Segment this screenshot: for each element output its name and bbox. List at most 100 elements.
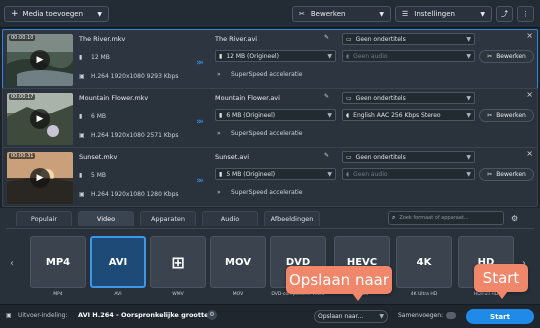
video-thumbnail[interactable]: 00:00:10 ▶ xyxy=(7,34,73,86)
mp4-icon: MP4 xyxy=(45,256,71,268)
play-icon[interactable]: ▶ xyxy=(30,168,50,188)
file-item[interactable]: 00:00:31 ▶ Sunset.mkv ▮ 5 MB ▣ H.264 192… xyxy=(2,147,538,207)
start-callout-text: Start xyxy=(482,269,520,287)
start-callout-pointer xyxy=(496,291,508,299)
subtitles-dropdown[interactable]: ▭ Geen ondertitels ▼ xyxy=(342,151,475,163)
video-thumbnail[interactable]: 00:00:31 ▶ xyxy=(7,152,73,204)
audio-dropdown[interactable]: ◖ Geen audio ▼ xyxy=(342,50,475,62)
source-file-name: The River.mkv xyxy=(79,35,126,43)
tab-afbeeldingen[interactable]: Afbeeldingen xyxy=(264,211,320,226)
source-file-size: 12 MB xyxy=(91,54,110,61)
chevron-down-icon: ▼ xyxy=(480,10,485,18)
play-icon[interactable]: ▶ xyxy=(30,50,50,70)
format-4k[interactable]: 4K xyxy=(396,236,452,288)
close-icon[interactable]: × xyxy=(526,149,533,158)
speed-icon: » xyxy=(217,189,221,196)
format-settings-icon[interactable]: ⚙ xyxy=(511,214,518,223)
chevron-down-icon: ▼ xyxy=(327,53,332,60)
source-codec-info: H.264 1920x1080 9293 Kbps xyxy=(91,73,179,80)
search-placeholder: Zoek formaat of apparaat... xyxy=(399,215,469,221)
source-codec-info: H.264 1920x1080 1280 Kbps xyxy=(91,191,179,198)
output-format-label: Uitvoer-indeling: xyxy=(18,312,68,319)
speed-icon: » xyxy=(217,130,221,137)
output-settings-icon[interactable]: ⚙ xyxy=(207,310,217,320)
source-file-size: 6 MB xyxy=(91,113,107,120)
scissors-icon: ✂ xyxy=(487,112,493,119)
menu-button[interactable]: ⋮ xyxy=(517,6,534,22)
audio-value: Geen audio xyxy=(353,170,388,178)
format-wmv[interactable]: ⊞ xyxy=(150,236,206,288)
output-size-value: 6 MB (Origineel) xyxy=(226,111,276,119)
edit-file-label: Bewerken xyxy=(496,53,526,60)
source-file-name: Sunset.mkv xyxy=(79,153,118,161)
tab-label: Audio xyxy=(220,215,240,223)
share-button[interactable]: ⤴ xyxy=(496,6,513,22)
chevron-down-icon: ▼ xyxy=(379,10,384,18)
subtitles-icon: ▭ xyxy=(346,153,352,161)
convert-arrow-icon: »» xyxy=(196,176,204,186)
subtitles-dropdown[interactable]: ▭ Geen ondertitels ▼ xyxy=(342,33,475,45)
speed-icon: » xyxy=(217,71,221,78)
edit-file-label: Bewerken xyxy=(496,171,526,178)
format-avi[interactable]: AVI xyxy=(90,236,146,288)
mov-icon: MOV xyxy=(225,256,251,268)
subtitles-value: Geen ondertitels xyxy=(355,153,406,161)
audio-icon: ◖ xyxy=(346,111,350,119)
source-codec-info: H.264 1920x1080 2571 Kbps xyxy=(91,132,179,139)
chevron-down-icon: ▼ xyxy=(327,171,332,178)
tab-populair[interactable]: Populair xyxy=(16,211,72,226)
play-icon[interactable]: ▶ xyxy=(30,109,50,129)
share-icon: ⤴ xyxy=(501,10,508,18)
format-search-field[interactable]: ⌕ Zoek formaat of apparaat... xyxy=(388,211,504,225)
edit-file-button[interactable]: ✂ Bewerken xyxy=(479,50,534,63)
speed-label: SuperSpeed acceleratie xyxy=(231,130,303,137)
close-icon[interactable]: × xyxy=(526,31,533,40)
save-callout-pointer xyxy=(352,293,364,301)
start-button[interactable]: Start xyxy=(466,309,534,324)
chevron-down-icon: ▼ xyxy=(466,112,471,119)
video-thumbnail[interactable]: 00:00:17 ▶ xyxy=(7,93,73,145)
format-label: MOV xyxy=(232,292,244,297)
edit-button[interactable]: ✂ Bewerken ▼ xyxy=(292,6,391,22)
output-file-name: Mountain Flower.avi xyxy=(215,94,280,102)
tab-apparaten[interactable]: Apparaten xyxy=(140,211,196,226)
save-to-dropdown[interactable]: Opslaan naar... ▼ xyxy=(314,310,388,323)
audio-dropdown[interactable]: ◖ Geen audio ▼ xyxy=(342,168,475,180)
source-file-size: 5 MB xyxy=(91,172,107,179)
add-media-button[interactable]: + Media toevoegen ▼ xyxy=(4,6,109,22)
rename-pencil-icon[interactable]: ✎ xyxy=(324,93,329,100)
format-mp4[interactable]: MP4 xyxy=(30,236,86,288)
subtitles-dropdown[interactable]: ▭ Geen ondertitels ▼ xyxy=(342,92,475,104)
scroll-left-icon[interactable]: ‹ xyxy=(10,258,14,269)
audio-dropdown[interactable]: ◖ English AAC 256 Kbps Stereo ▼ xyxy=(342,109,475,121)
file-size-icon: ▮ xyxy=(219,170,223,178)
top-toolbar: + Media toevoegen ▼ ✂ Bewerken ▼ ☰ Inste… xyxy=(0,0,540,28)
4k-icon: 4K xyxy=(416,256,432,268)
rename-pencil-icon[interactable]: ✎ xyxy=(324,152,329,159)
tab-audio[interactable]: Audio xyxy=(202,211,258,226)
merge-toggle[interactable] xyxy=(446,312,456,319)
chevron-down-icon: ▼ xyxy=(466,171,471,178)
output-format-icon: ▣ xyxy=(6,312,12,319)
convert-arrow-icon: »» xyxy=(196,58,204,68)
file-item[interactable]: 00:00:10 ▶ The River.mkv ▮ 12 MB ▣ H.264… xyxy=(2,29,538,89)
start-label: Start xyxy=(490,312,510,321)
settings-button[interactable]: ☰ Instellingen ▼ xyxy=(395,6,492,22)
windows-logo-icon: ⊞ xyxy=(171,252,185,272)
chevron-down-icon: ▼ xyxy=(466,36,471,43)
tab-video[interactable]: Video xyxy=(78,211,134,226)
edit-file-button[interactable]: ✂ Bewerken xyxy=(479,168,534,181)
rename-pencil-icon[interactable]: ✎ xyxy=(324,34,329,41)
output-size-dropdown[interactable]: ▮ 12 MB (Origineel) ▼ xyxy=(215,50,336,62)
plus-icon: + xyxy=(11,9,19,19)
format-label: 4K Ultra HD xyxy=(410,292,438,297)
output-size-dropdown[interactable]: ▮ 5 MB (Origineel) ▼ xyxy=(215,168,336,180)
close-icon[interactable]: × xyxy=(526,90,533,99)
scissors-icon: ✂ xyxy=(299,10,305,18)
format-mov[interactable]: MOV xyxy=(210,236,266,288)
audio-value: Geen audio xyxy=(353,52,388,60)
output-size-dropdown[interactable]: ▮ 6 MB (Origineel) ▼ xyxy=(215,109,336,121)
source-file-name: Mountain Flower.mkv xyxy=(79,94,149,102)
edit-file-button[interactable]: ✂ Bewerken xyxy=(479,109,534,122)
file-item[interactable]: 00:00:17 ▶ Mountain Flower.mkv ▮ 6 MB ▣ … xyxy=(2,88,538,148)
